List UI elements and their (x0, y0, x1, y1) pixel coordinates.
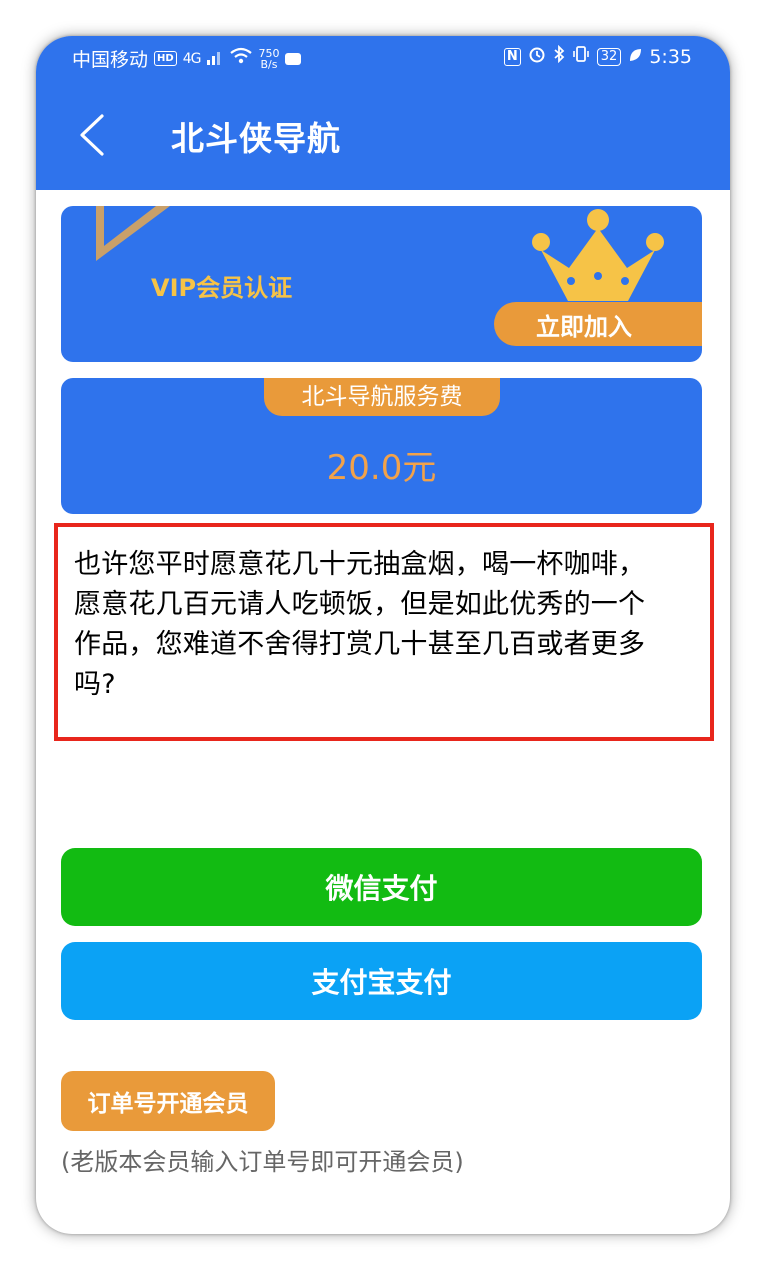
donation-message: 也许您平时愿意花几十元抽盒烟，喝一杯咖啡，愿意花几百元请人吃顿饭，但是如此优秀的… (74, 549, 646, 700)
back-arrow-icon[interactable] (76, 113, 108, 157)
phone-screen: 中国移动 HD 4G 750 B/s N 32 5:35 北斗侠导航 VIP会员… (36, 36, 730, 1234)
battery-indicator: 32 (596, 47, 622, 66)
service-fee-label: 北斗导航服务费 (264, 378, 500, 416)
bluetooth-icon (553, 44, 565, 68)
status-bar: 中国移动 HD 4G 750 B/s N 32 5:35 (36, 36, 730, 80)
order-activate-button[interactable]: 订单号开通会员 (61, 1071, 275, 1131)
page-title: 北斗侠导航 (171, 119, 341, 158)
network-speed: 750 B/s (258, 46, 280, 71)
highlighted-message-box: 也许您平时愿意花几十元抽盒烟，喝一杯咖啡，愿意花几百元请人吃顿饭，但是如此优秀的… (54, 523, 714, 741)
hd-badge: HD (154, 51, 177, 66)
alipay-pay-button[interactable]: 支付宝支付 (61, 942, 702, 1020)
vip-card[interactable]: VIP会员认证 立即加入 (61, 206, 702, 362)
message-icon (285, 52, 302, 65)
network-type: 4G (182, 50, 202, 67)
wifi-icon (230, 47, 253, 70)
app-bar: 北斗侠导航 (36, 80, 730, 190)
alarm-icon (528, 45, 546, 68)
vip-decoration-icon (96, 206, 170, 261)
status-time: 5:35 (649, 45, 692, 68)
nfc-icon: N (503, 47, 521, 66)
order-note: (老版本会员输入订单号即可开通会员) (61, 1148, 464, 1176)
join-now-button[interactable]: 立即加入 (494, 302, 702, 346)
service-fee-card: 北斗导航服务费 20.0元 (61, 378, 702, 514)
carrier-name: 中国移动 (72, 49, 149, 71)
signal-icon (206, 48, 224, 70)
crown-icon (532, 209, 664, 301)
service-fee-amount: 20.0元 (326, 448, 437, 488)
leaf-icon (628, 46, 642, 68)
vibrate-icon (572, 45, 590, 68)
wechat-pay-button[interactable]: 微信支付 (61, 848, 702, 926)
vip-label: VIP会员认证 (151, 274, 293, 302)
